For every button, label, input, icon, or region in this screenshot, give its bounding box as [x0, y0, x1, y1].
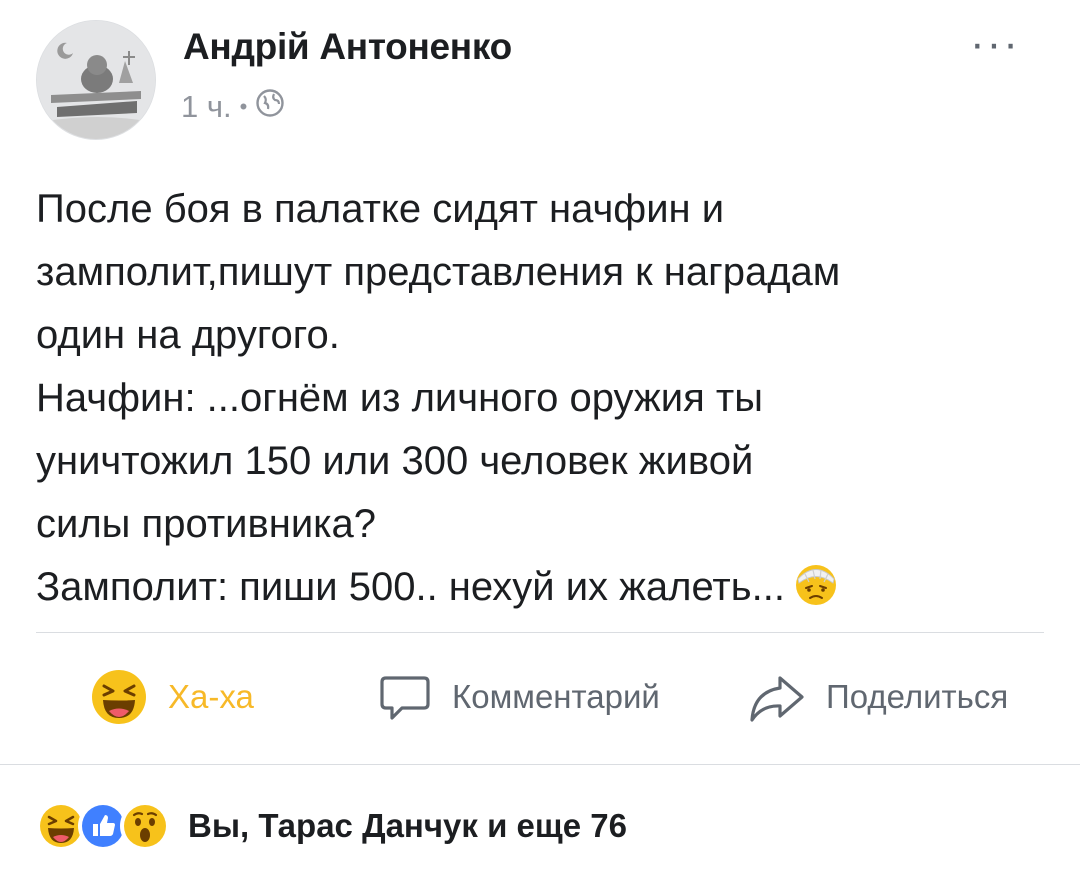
author-name[interactable]: Андрій Антоненко [183, 26, 512, 68]
post-meta: 1 ч. • [181, 88, 285, 126]
comment-label: Комментарий [452, 678, 660, 715]
reactions-summary[interactable]: Вы, Тарас Данчук и еще 76 [36, 796, 627, 856]
divider [0, 764, 1080, 765]
post-timestamp[interactable]: 1 ч. [181, 89, 232, 125]
reactions-summary-text: Вы, Тарас Данчук и еще 76 [188, 807, 627, 844]
haha-label: Ха-ха [168, 678, 254, 715]
post-text: После боя в палатке сидят начфин и зампо… [36, 178, 1046, 627]
comment-button[interactable]: Комментарий [378, 662, 660, 732]
haha-reaction-button[interactable]: Ха-ха [90, 662, 254, 732]
reaction-icons [36, 801, 170, 851]
action-bar: Ха-ха Комментарий Поделиться [0, 662, 1080, 732]
wow-icon [120, 801, 170, 851]
author-avatar[interactable] [36, 20, 156, 140]
share-button[interactable]: Поделиться [748, 662, 1008, 732]
share-label: Поделиться [826, 678, 1009, 715]
post-text-last-line: Замполит: пиши 500.. нехуй их жалеть... [36, 556, 1046, 627]
post-text-line: уничтожил 150 или 300 человек живой [36, 439, 754, 483]
haha-icon [90, 668, 148, 726]
divider [36, 632, 1044, 633]
comment-icon [378, 670, 432, 724]
post-text-line: силы противника? [36, 502, 377, 546]
post-text-line: замполит,пишут представления к наградам [36, 250, 841, 294]
post-text-line: один на другого. [36, 313, 340, 357]
post-text-line: Начфин: ...огнём из личного оружия ты [36, 376, 763, 420]
share-icon [748, 670, 806, 724]
bandaged-face-emoji [793, 562, 839, 627]
more-options-button[interactable]: ··· [970, 22, 1020, 66]
globe-icon [255, 88, 285, 126]
post-text-line: После боя в палатке сидят начфин и [36, 187, 725, 231]
meta-separator: • [239, 94, 248, 119]
post-text-line: Замполит: пиши 500.. нехуй их жалеть... [36, 565, 785, 609]
